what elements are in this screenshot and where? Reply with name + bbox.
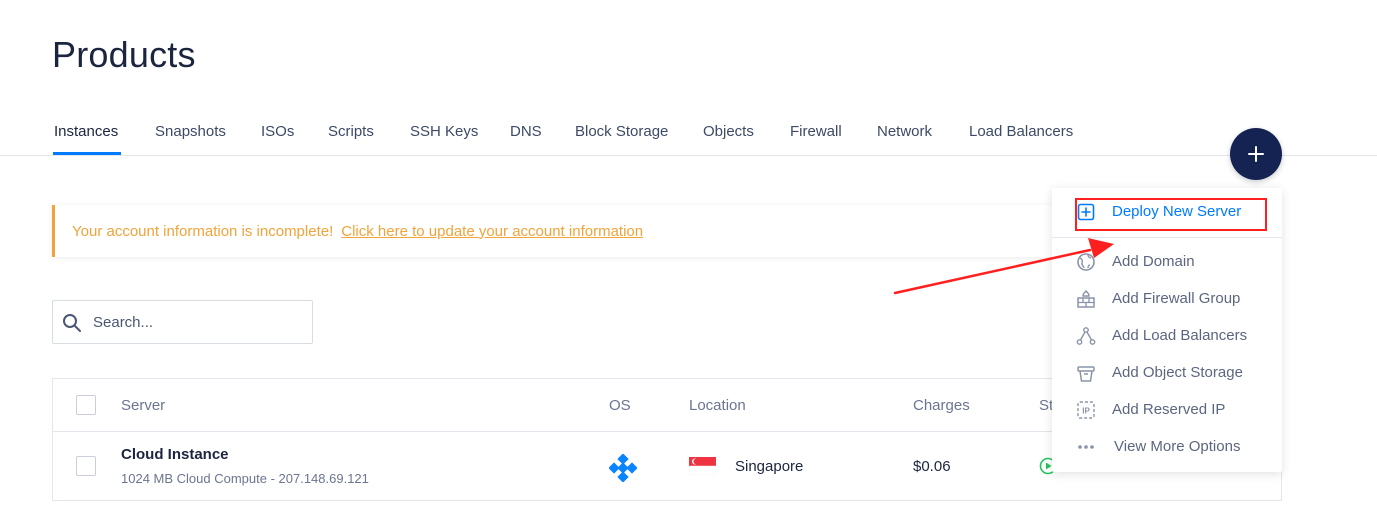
add-object-storage-item[interactable]: Add Object Storage xyxy=(1052,355,1282,392)
tab-isos[interactable]: ISOs xyxy=(261,123,294,140)
add-reserved-ip-item[interactable]: IP Add Reserved IP xyxy=(1052,392,1282,429)
tab-block-storage[interactable]: Block Storage xyxy=(575,123,668,140)
page-title: Products xyxy=(52,34,196,75)
globe-icon xyxy=(1077,253,1095,271)
add-domain-item[interactable]: Add Domain xyxy=(1052,244,1282,281)
header-location[interactable]: Location xyxy=(689,397,746,414)
add-menu: Deploy New Server Add Domain Add Firewal… xyxy=(1052,188,1282,472)
add-button[interactable] xyxy=(1230,128,1282,180)
add-load-balancers-item[interactable]: Add Load Balancers xyxy=(1052,318,1282,355)
server-name[interactable]: Cloud Instance xyxy=(121,446,229,463)
deploy-new-server-item[interactable]: Deploy New Server xyxy=(1052,194,1282,231)
menu-item-label: Deploy New Server xyxy=(1112,203,1242,220)
server-description: 1024 MB Cloud Compute - 207.148.69.121 xyxy=(121,471,369,486)
plus-icon xyxy=(1248,146,1264,162)
tab-firewall[interactable]: Firewall xyxy=(790,123,842,140)
singapore-flag-icon xyxy=(689,457,716,475)
svg-text:IP: IP xyxy=(1082,407,1090,416)
charges-text: $0.06 xyxy=(913,458,951,475)
tab-network[interactable]: Network xyxy=(877,123,932,140)
product-tabs: Instances Snapshots ISOs Scripts SSH Key… xyxy=(0,108,1377,156)
alert-message: Your account information is incomplete! xyxy=(72,222,334,240)
os-logo-icon xyxy=(609,454,637,482)
active-tab-indicator xyxy=(53,152,121,155)
object-storage-icon xyxy=(1077,366,1095,382)
header-server[interactable]: Server xyxy=(121,397,165,414)
plus-square-icon xyxy=(1077,203,1095,221)
tab-scripts[interactable]: Scripts xyxy=(328,123,374,140)
view-more-options-item[interactable]: View More Options xyxy=(1052,429,1282,466)
row-checkbox[interactable] xyxy=(76,456,96,476)
menu-item-label: Add Reserved IP xyxy=(1112,401,1226,418)
tab-objects[interactable]: Objects xyxy=(703,123,754,140)
menu-item-label: Add Firewall Group xyxy=(1112,290,1241,307)
tab-snapshots[interactable]: Snapshots xyxy=(155,123,226,140)
header-charges[interactable]: Charges xyxy=(913,397,970,414)
menu-item-label: Add Load Balancers xyxy=(1112,327,1248,344)
search-box xyxy=(52,300,313,344)
select-all-checkbox[interactable] xyxy=(76,395,96,415)
account-alert: Your account information is incomplete! … xyxy=(52,205,1062,257)
tab-load-balancers[interactable]: Load Balancers xyxy=(969,123,1073,140)
search-input[interactable] xyxy=(93,313,293,331)
load-balancer-icon xyxy=(1076,327,1096,345)
tab-dns[interactable]: DNS xyxy=(510,123,542,140)
menu-item-label: Add Domain xyxy=(1112,253,1195,270)
update-account-link[interactable]: Click here to update your account inform… xyxy=(341,223,643,240)
reserved-ip-icon: IP xyxy=(1077,401,1095,419)
tab-instances[interactable]: Instances xyxy=(54,123,118,140)
add-firewall-group-item[interactable]: Add Firewall Group xyxy=(1052,281,1282,318)
search-icon xyxy=(63,314,81,332)
menu-divider xyxy=(1052,237,1282,238)
menu-item-label: Add Object Storage xyxy=(1112,364,1243,381)
more-options-icon xyxy=(1078,445,1094,449)
tab-ssh-keys[interactable]: SSH Keys xyxy=(410,123,478,140)
header-os[interactable]: OS xyxy=(609,397,631,414)
location-text: Singapore xyxy=(735,458,804,475)
menu-item-label: View More Options xyxy=(1114,438,1241,455)
firewall-icon xyxy=(1077,290,1095,308)
